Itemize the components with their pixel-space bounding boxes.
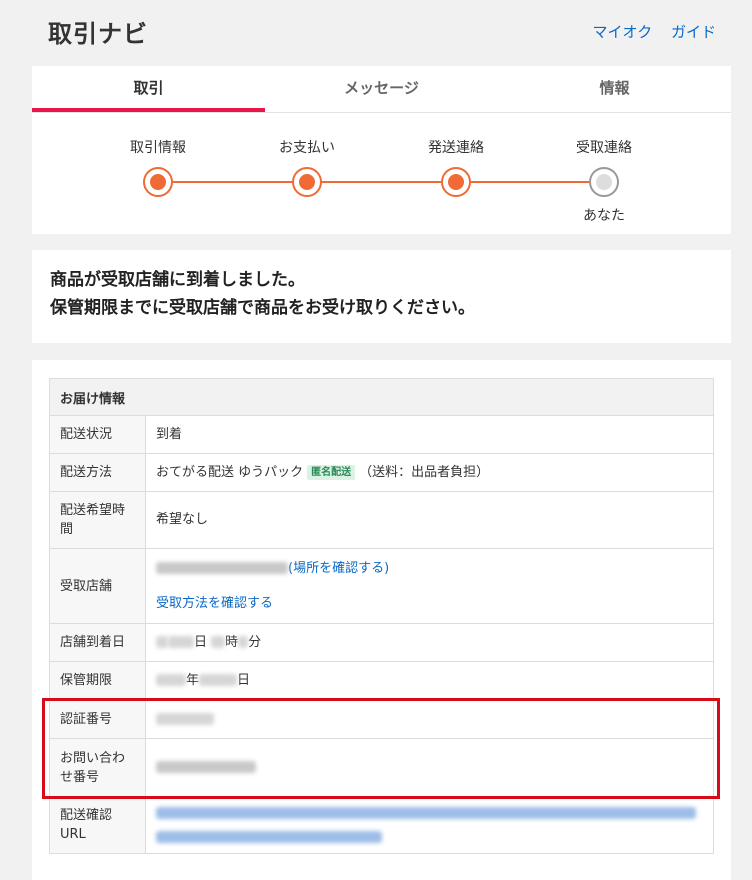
method-value: おてがる配送 ゆうパック [156, 464, 304, 480]
method-value-cell: おてがる配送 ゆうパック 匿名配送 （送料：出品者負担） [145, 453, 714, 492]
store-label: 受取店舗 [49, 548, 146, 624]
table-row: 店舗到着日 日 時分 [49, 623, 714, 662]
table-row: 配送確認URL [49, 796, 714, 854]
progress-line [158, 181, 604, 183]
tab-info[interactable]: 情報 [498, 66, 731, 112]
status-label: 配送状況 [49, 415, 146, 454]
status-value: 到着 [145, 415, 714, 454]
tab-trade[interactable]: 取引 [32, 66, 265, 112]
table-row: 配送方法 おてがる配送 ゆうパック 匿名配送 （送料：出品者負担） [49, 453, 714, 492]
step-label-payment: お支払い [279, 140, 335, 156]
status-message-line1: 商品が受取店舗に到着しました。 [50, 270, 305, 290]
pickup-method-link[interactable]: 受取方法を確認する [156, 596, 273, 611]
shipping-fee-note: （送料：出品者負担） [359, 464, 490, 480]
store-value-cell: (場所を確認する) 受取方法を確認する [145, 548, 714, 624]
method-label: 配送方法 [49, 453, 146, 492]
arrival-date-redacted [168, 636, 194, 648]
time-value: 希望なし [145, 491, 714, 549]
step-label-receipt: 受取連絡 [576, 140, 632, 156]
arrival-minute-redacted [238, 636, 249, 648]
page-title: 取引ナビ [48, 20, 148, 48]
delivery-info-card: お届け情報 配送状況 到着 配送方法 おてがる配送 ゆうパック 匿名配送 （送料：出… [32, 360, 731, 880]
tracking-url-label: 配送確認URL [49, 796, 146, 854]
step-dot-shipping [441, 167, 471, 197]
tracking-url-value [145, 796, 714, 854]
inquiry-number-redacted [156, 761, 256, 773]
auth-number-label: 認証番号 [49, 699, 146, 739]
store-location-link[interactable]: (場所を確認する) [288, 561, 389, 576]
store-name-redacted [156, 562, 288, 574]
tracking-url-redacted-line1[interactable] [156, 806, 696, 819]
arrival-hour-redacted [211, 636, 226, 648]
step-dot-trade-info [143, 167, 173, 197]
tab-message[interactable]: メッセージ [265, 66, 498, 112]
deadline-year-redacted [156, 674, 186, 686]
step-label-trade-info: 取引情報 [130, 140, 186, 156]
table-row: 保管期限 年日 [49, 661, 714, 700]
inquiry-number-label: お問い合わせ番号 [49, 738, 146, 797]
status-message-line2: 保管期限までに受取店舗で商品をお受け取りください。 [50, 298, 475, 318]
step-dot-receipt [589, 167, 619, 197]
deadline-day-unit: 日 [237, 672, 251, 688]
deadline-label: 保管期限 [49, 661, 146, 700]
auth-number-redacted [156, 712, 214, 725]
arrival-hour-unit: 時 [225, 634, 239, 650]
arrival-label: 店舗到着日 [49, 623, 146, 662]
status-message-card: 商品が受取店舗に到着しました。 保管期限までに受取店舗で商品をお受け取りください… [32, 250, 731, 343]
delivery-section-title: お届け情報 [49, 378, 714, 416]
guide-link[interactable]: ガイド [671, 23, 716, 41]
table-row: 配送状況 到着 [49, 415, 714, 454]
step-dot-payment [292, 167, 322, 197]
arrival-minute-unit: 分 [248, 634, 262, 650]
table-row: 認証番号 [49, 699, 714, 739]
delivery-info-table: お届け情報 配送状況 到着 配送方法 おてがる配送 ゆうパック 匿名配送 （送料：出… [49, 378, 714, 854]
deadline-year-unit: 年 [186, 672, 200, 688]
trade-status-card: 取引 メッセージ 情報 取引情報 お支払い 発送連絡 受取連絡 あなた [32, 66, 731, 234]
anonymous-shipping-badge: 匿名配送 [307, 464, 356, 480]
arrival-value: 日 時分 [145, 623, 714, 662]
arrival-month-redacted [156, 636, 168, 648]
step-owner-label: あなた [583, 208, 625, 224]
deadline-date-redacted [199, 674, 238, 686]
progress-steps: 取引情報 お支払い 発送連絡 受取連絡 あなた [32, 113, 731, 234]
table-row: 配送希望時間 希望なし [49, 491, 714, 549]
tab-bar: 取引 メッセージ 情報 [32, 66, 731, 113]
header-links: マイオク ガイド [579, 21, 717, 42]
time-label: 配送希望時間 [49, 491, 146, 549]
inquiry-number-value [145, 738, 714, 797]
table-row: 受取店舗 (場所を確認する) 受取方法を確認する [49, 548, 714, 624]
deadline-value: 年日 [145, 661, 714, 700]
arrival-day-unit: 日 [194, 634, 208, 650]
page-header: 取引ナビ マイオク ガイド [0, 0, 752, 62]
step-label-shipping: 発送連絡 [428, 140, 484, 156]
my-auction-link[interactable]: マイオク [593, 23, 653, 41]
tracking-url-redacted-line2[interactable] [156, 830, 382, 843]
table-row: お問い合わせ番号 [49, 738, 714, 797]
auth-number-value [145, 699, 714, 739]
